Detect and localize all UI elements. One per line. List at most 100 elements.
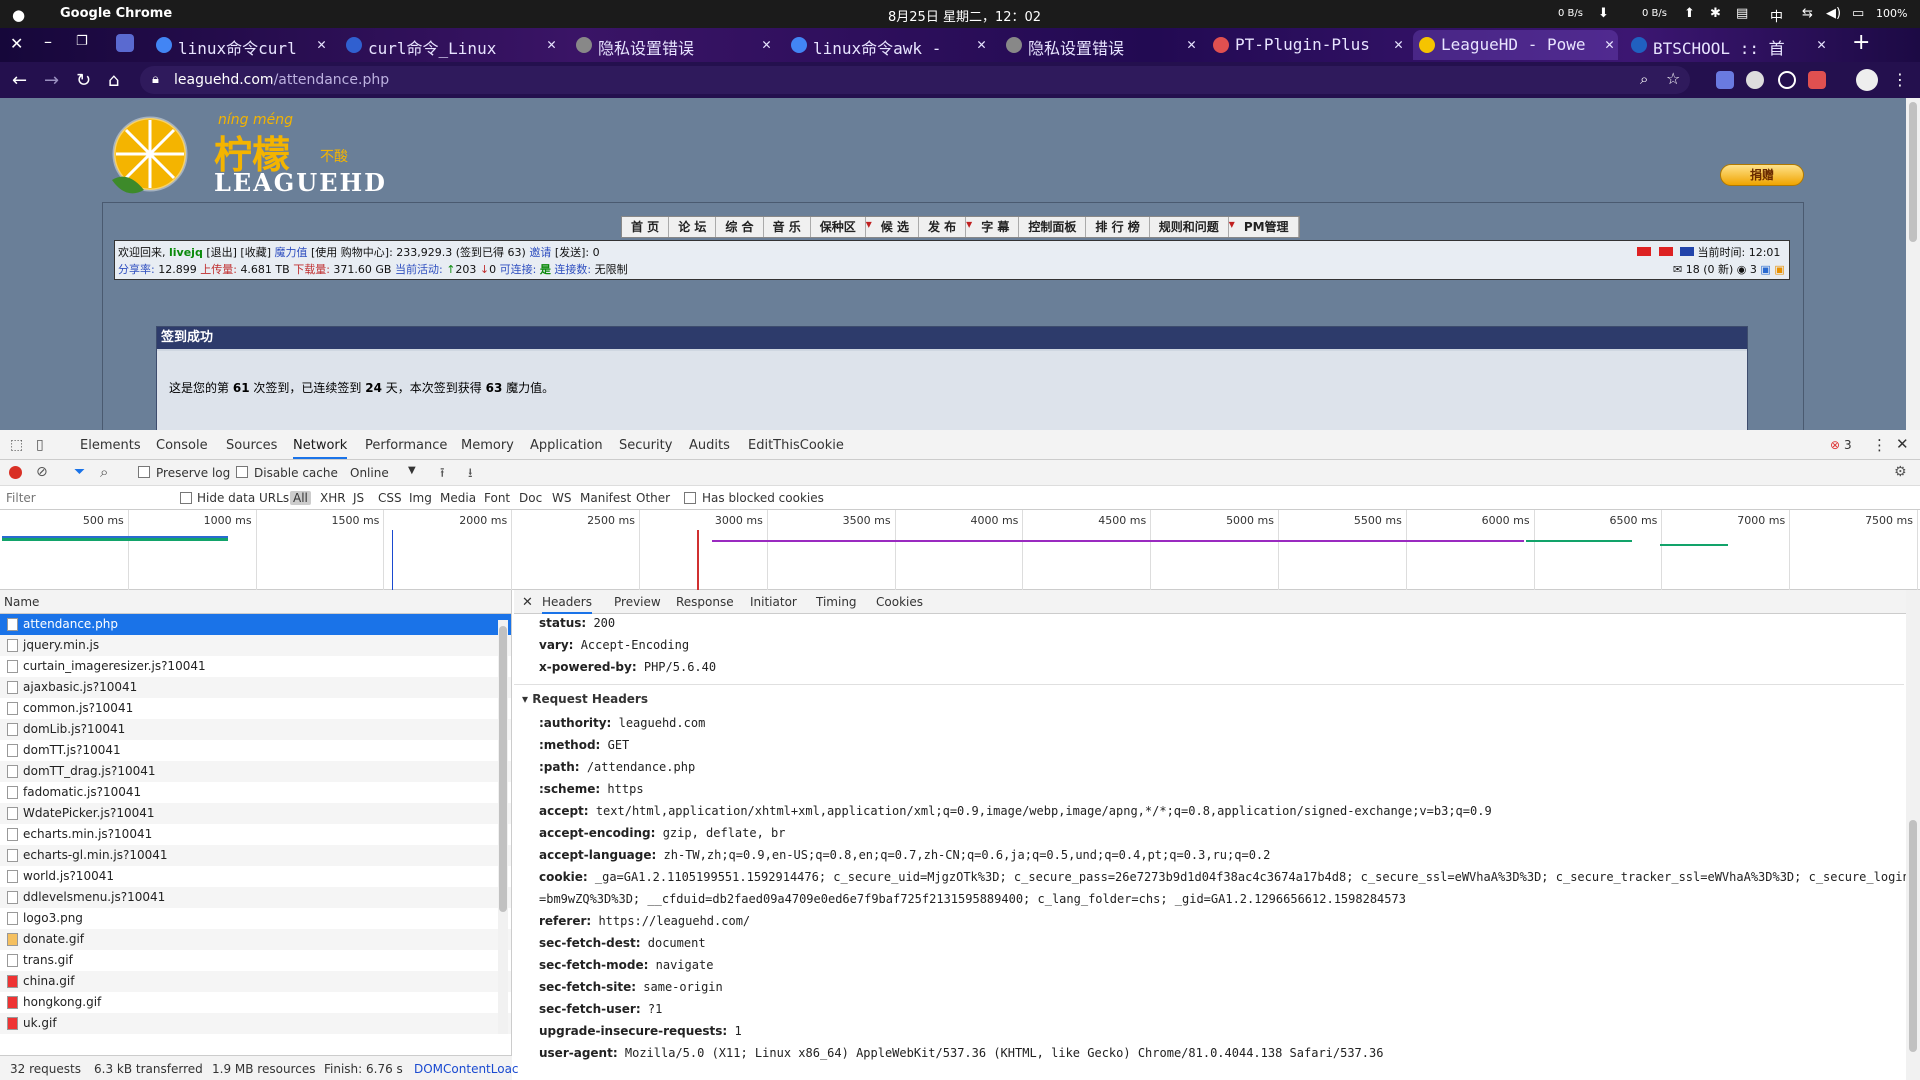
leeching-count[interactable]: 0 [489, 263, 496, 276]
blocked-cookies-checkbox[interactable] [684, 492, 696, 504]
devtools-tab-application[interactable]: Application [530, 438, 603, 453]
back-button[interactable]: ← [12, 70, 27, 91]
preserve-log-checkbox[interactable] [138, 466, 150, 478]
request-row[interactable]: ddlevelsmenu.js?10041 [0, 887, 511, 908]
tab-close-icon[interactable]: ✕ [317, 35, 326, 53]
zoom-search-icon[interactable]: ⌕ [1640, 70, 1648, 88]
profile-avatar[interactable] [1856, 69, 1878, 91]
browser-tab[interactable]: curl命令_Linux ✕ [340, 30, 560, 60]
nav-item[interactable]: 论 坛 [669, 217, 717, 237]
request-row[interactable]: uk.gif [0, 1013, 511, 1034]
close-window-icon[interactable]: ✕ [10, 34, 23, 53]
user-links[interactable]: [退出] [收藏] [206, 246, 271, 259]
export-har-icon[interactable]: ⭳ [468, 464, 473, 486]
devtools-tab-elements[interactable]: Elements [80, 438, 141, 453]
browser-tab[interactable]: PT-Plugin-Plus ✕ [1207, 30, 1407, 60]
devtools-tab-security[interactable]: Security [619, 438, 672, 453]
nav-item[interactable]: 控制面板 [1019, 217, 1087, 237]
disable-cache-checkbox[interactable] [236, 466, 248, 478]
tab-close-icon[interactable]: ✕ [977, 35, 986, 53]
throttle-select[interactable]: Online [350, 466, 389, 480]
uk-flag-icon[interactable] [1680, 247, 1694, 256]
nav-item[interactable]: 音 乐 [764, 217, 811, 237]
message-count[interactable]: 18 (0 新) [1686, 263, 1734, 276]
devtools-tab-sources[interactable]: Sources [226, 438, 277, 453]
nav-item[interactable]: 排 行 榜 [1086, 217, 1150, 237]
filter-icon[interactable]: ⏷ [74, 464, 85, 480]
request-row[interactable]: ajaxbasic.js?10041 [0, 677, 511, 698]
filter-type-media[interactable]: Media [440, 491, 476, 505]
inspect-element-icon[interactable]: ⬚ [10, 437, 23, 453]
devtools-tab-memory[interactable]: Memory [461, 438, 514, 453]
filter-type-other[interactable]: Other [636, 491, 670, 505]
request-row[interactable]: domTT_drag.js?10041 [0, 761, 511, 782]
filter-type-img[interactable]: Img [409, 491, 432, 505]
username-link[interactable]: livejq [169, 246, 203, 259]
detail-tab-timing[interactable]: Timing [816, 595, 857, 609]
headers-scrollbar[interactable] [1906, 590, 1920, 1080]
request-row[interactable]: fadomatic.js?10041 [0, 782, 511, 803]
throttle-dropdown-icon[interactable]: ▼ [408, 465, 416, 476]
filter-input[interactable] [2, 488, 166, 508]
browser-tab[interactable]: 隐私设置错误 ✕ [1000, 30, 1200, 60]
request-row[interactable]: logo3.png [0, 908, 511, 929]
hongkong-flag-icon[interactable] [1658, 247, 1673, 256]
invite-link[interactable]: 邀请 [529, 246, 551, 259]
request-row[interactable]: common.js?10041 [0, 698, 511, 719]
volume-icon[interactable]: ◀) [1826, 6, 1841, 21]
browser-tab[interactable]: linux命令awk - ✕ [785, 30, 990, 60]
hide-data-urls-checkbox[interactable] [180, 492, 192, 504]
filter-type-font[interactable]: Font [484, 491, 510, 505]
friends-icon[interactable]: ◉ [1737, 263, 1747, 276]
nav-item[interactable]: 保种区 [811, 217, 866, 237]
detail-tab-headers[interactable]: Headers [542, 595, 592, 614]
devtools-menu-icon[interactable]: ⋮ [1872, 436, 1887, 454]
nav-item[interactable]: 首 页 [622, 217, 670, 237]
apple-icon[interactable]: ● [12, 6, 25, 24]
filter-type-ws[interactable]: WS [552, 491, 571, 505]
devtools-tab-console[interactable]: Console [156, 438, 208, 453]
friends-count[interactable]: 3 [1750, 263, 1757, 276]
app-name[interactable]: Google Chrome [60, 6, 172, 21]
browser-menu-icon[interactable]: ⋮ [1892, 70, 1908, 89]
device-toolbar-icon[interactable]: ▯ [36, 437, 44, 453]
request-row[interactable]: hongkong.gif [0, 992, 511, 1013]
name-column-header[interactable]: Name [0, 590, 511, 614]
china-flag-icon[interactable] [1637, 247, 1651, 256]
devtools-tab-editthiscookie[interactable]: EditThisCookie [748, 438, 844, 453]
filter-type-all[interactable]: All [290, 491, 311, 505]
devtools-tab-audits[interactable]: Audits [689, 438, 730, 453]
reload-button[interactable]: ↻ [76, 70, 91, 91]
request-row[interactable]: curtain_imageresizer.js?10041 [0, 656, 511, 677]
request-headers-section-title[interactable]: ▾ Request Headers [522, 692, 648, 706]
extension-icon-3[interactable] [1778, 71, 1796, 89]
headers-scroll-thumb[interactable] [1909, 820, 1917, 1052]
request-row[interactable]: domLib.js?10041 [0, 719, 511, 740]
extension-icon-2[interactable] [1746, 71, 1764, 89]
tab-close-icon[interactable]: ✕ [762, 35, 771, 53]
filter-type-css[interactable]: CSS [378, 491, 402, 505]
pt-plugin-icon[interactable] [1808, 71, 1826, 89]
bluetooth-icon[interactable]: ✱ [1710, 6, 1721, 21]
ime-indicator[interactable]: 中 [1770, 6, 1783, 25]
detail-tab-cookies[interactable]: Cookies [876, 595, 923, 609]
filter-type-manifest[interactable]: Manifest [580, 491, 631, 505]
maximize-icon[interactable]: ❐ [76, 34, 88, 49]
devtools-tab-performance[interactable]: Performance [365, 438, 447, 453]
extension-icon-1[interactable] [1716, 71, 1734, 89]
browser-tab[interactable]: 隐私设置错误 ✕ [570, 30, 775, 60]
request-row[interactable]: world.js?10041 [0, 866, 511, 887]
minimize-icon[interactable]: – [44, 32, 52, 51]
tab-close-icon[interactable]: ✕ [547, 35, 556, 53]
record-icon[interactable] [9, 466, 22, 479]
donate-button[interactable]: 捐赠 [1720, 164, 1804, 186]
clear-icon[interactable]: ⊘ [36, 464, 48, 480]
nav-item[interactable]: 综 合 [716, 217, 764, 237]
network-settings-icon[interactable]: ⚙ [1894, 464, 1907, 480]
detail-tab-response[interactable]: Response [676, 595, 734, 609]
nav-item[interactable]: PM管理 [1235, 217, 1299, 237]
request-row[interactable]: WdatePicker.js?10041 [0, 803, 511, 824]
request-row[interactable]: attendance.php [0, 614, 511, 635]
page-scrollbar[interactable] [1906, 98, 1920, 430]
battery-icon[interactable]: ▭ [1852, 6, 1864, 21]
